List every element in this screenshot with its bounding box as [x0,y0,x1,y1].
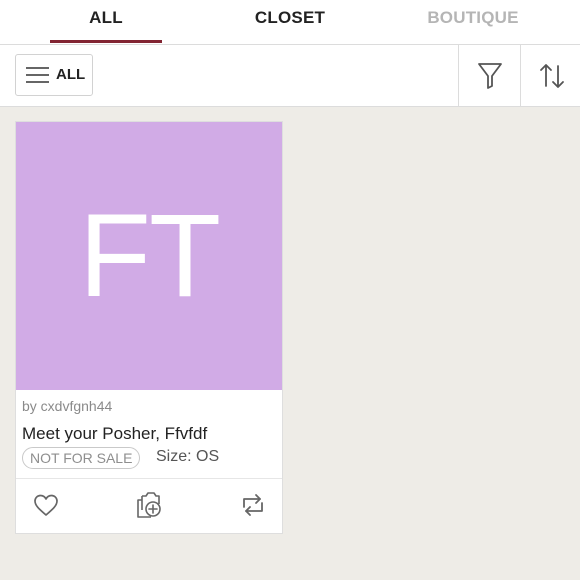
menu-icon [26,67,49,83]
all-filter-button[interactable]: ALL [15,54,93,96]
seller-byline[interactable]: by cxdvfgnh44 [22,398,112,414]
like-icon[interactable] [31,490,61,520]
filter-toolbar: ALL [0,45,580,107]
add-to-bundle-icon[interactable] [134,490,164,520]
toolbar-divider [458,45,459,106]
toolbar-divider [520,45,521,106]
filter-icon[interactable] [475,61,505,91]
status-badge: NOT FOR SALE [22,447,141,469]
active-tab-indicator [50,40,162,43]
listing-size: Size: OS [156,448,220,465]
card-divider [16,478,282,479]
listing-image[interactable]: FT [16,122,282,390]
tab-bar: ALL CLOSET BOUTIQUE [0,0,580,45]
share-icon[interactable] [238,490,268,520]
sort-icon[interactable] [537,61,567,91]
tab-closet[interactable]: CLOSET [230,0,350,44]
listing-card[interactable]: FT by cxdvfgnh44 Meet your Posher, Ffvfd… [15,121,283,534]
all-filter-label: ALL [56,66,86,83]
tab-all[interactable]: ALL [50,0,162,44]
tab-boutique[interactable]: BOUTIQUE [410,0,536,44]
listing-initials: FT [78,190,221,322]
listing-title[interactable]: Meet your Posher, Ffvfdf [22,424,207,444]
